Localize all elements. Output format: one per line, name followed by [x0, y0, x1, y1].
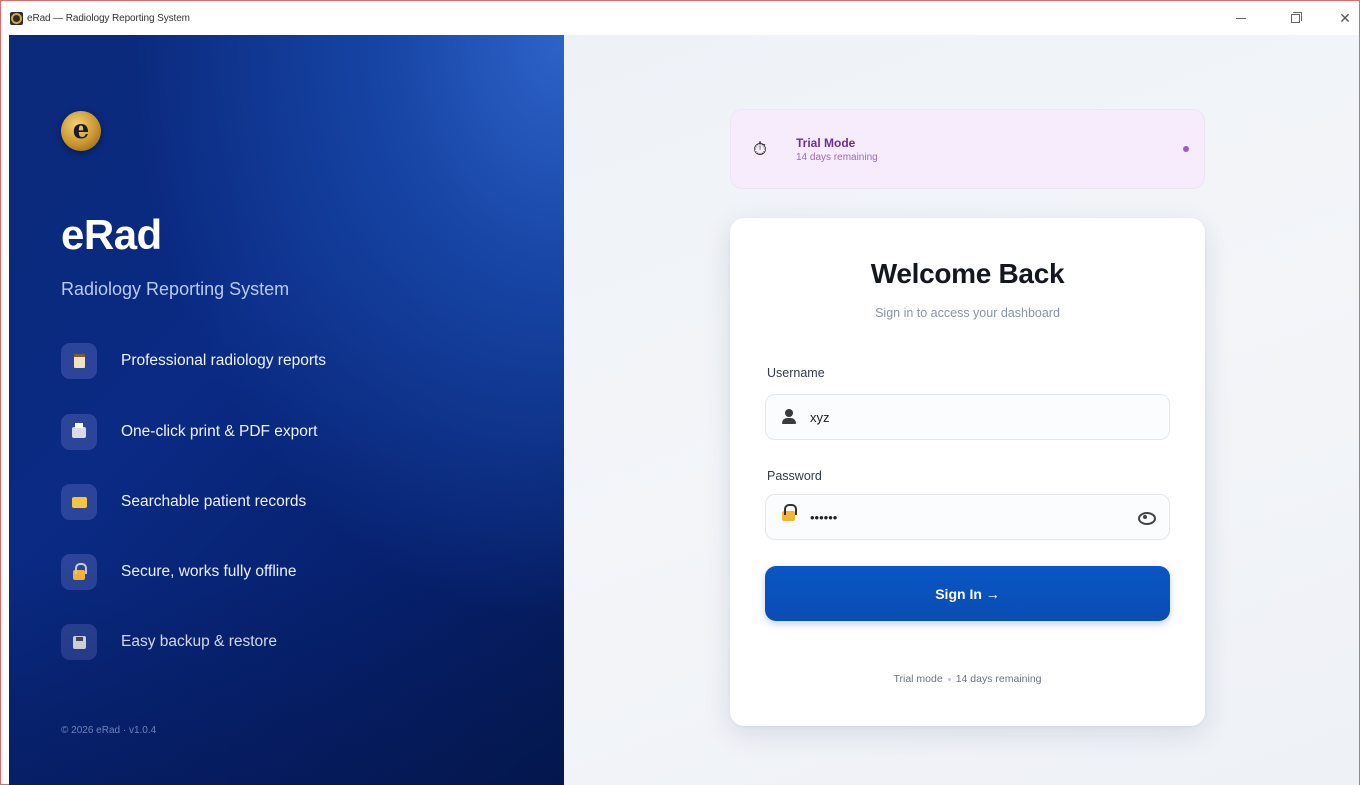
- feature-item: One-click print & PDF export: [61, 412, 461, 452]
- sign-in-button[interactable]: Sign In →: [765, 566, 1170, 621]
- trial-subtitle: 14 days remaining: [796, 152, 878, 163]
- days-remaining-text: 14 days remaining: [955, 673, 1042, 685]
- maximize-button[interactable]: [1281, 7, 1309, 29]
- brand-tagline: Radiology Reporting System: [61, 279, 290, 299]
- username-label: Username: [767, 366, 825, 380]
- feature-label: Searchable patient records: [121, 493, 307, 510]
- password-input[interactable]: [810, 495, 1130, 539]
- feature-item: Easy backup & restore: [61, 622, 461, 662]
- restore-icon: [1290, 11, 1302, 23]
- username-field[interactable]: [765, 394, 1170, 440]
- app-window: eRad — Radiology Reporting System ✕ e eR…: [0, 0, 1360, 785]
- folder-icon: [61, 484, 97, 520]
- login-card: Welcome Back Sign in to access your dash…: [730, 218, 1205, 726]
- feature-item: Secure, works fully offline: [61, 552, 461, 592]
- trial-banner: ⏱ Trial Mode 14 days remaining: [730, 109, 1205, 189]
- username-input[interactable]: [810, 395, 1130, 439]
- clipboard-icon: [61, 343, 97, 379]
- lock-icon: [61, 554, 97, 590]
- trial-mode-text: Trial mode: [893, 673, 943, 685]
- login-heading: Welcome Back: [870, 258, 1065, 289]
- window-title: eRad — Radiology Reporting System: [27, 13, 190, 24]
- feature-item: Professional radiology reports: [61, 341, 461, 381]
- version-footer: © 2026 eRad · v1.0.4: [61, 725, 157, 736]
- show-password-icon[interactable]: [1138, 510, 1156, 525]
- user-icon: [782, 409, 796, 425]
- floppy-disk-icon: [61, 624, 97, 660]
- lock-icon: [782, 504, 797, 521]
- brand-panel: e eRad Radiology Reporting System Profes…: [9, 35, 564, 785]
- stopwatch-icon: ⏱: [753, 139, 768, 159]
- password-label: Password: [767, 469, 822, 483]
- feature-item: Searchable patient records: [61, 482, 461, 522]
- trial-status-dot: [1183, 146, 1189, 152]
- feature-label: One-click print & PDF export: [121, 423, 318, 440]
- minimize-button[interactable]: [1227, 7, 1255, 29]
- close-button[interactable]: ✕: [1331, 7, 1359, 29]
- separator-dot: [947, 677, 951, 681]
- trial-title: Trial Mode: [796, 136, 856, 150]
- feature-label: Easy backup & restore: [121, 633, 277, 650]
- title-bar: eRad — Radiology Reporting System ✕: [1, 1, 1359, 35]
- minimize-icon: [1236, 17, 1246, 19]
- app-icon: [10, 12, 23, 25]
- feature-label: Professional radiology reports: [121, 352, 327, 369]
- brand-name: eRad: [61, 211, 162, 258]
- feature-label: Secure, works fully offline: [121, 563, 297, 580]
- printer-icon: [61, 414, 97, 450]
- login-subheading: Sign in to access your dashboard: [875, 306, 1060, 320]
- login-footer: Trial mode 14 days remaining: [730, 673, 1205, 685]
- close-icon: ✕: [1339, 9, 1351, 26]
- password-field[interactable]: [765, 494, 1170, 540]
- erad-logo-icon: e: [61, 111, 101, 151]
